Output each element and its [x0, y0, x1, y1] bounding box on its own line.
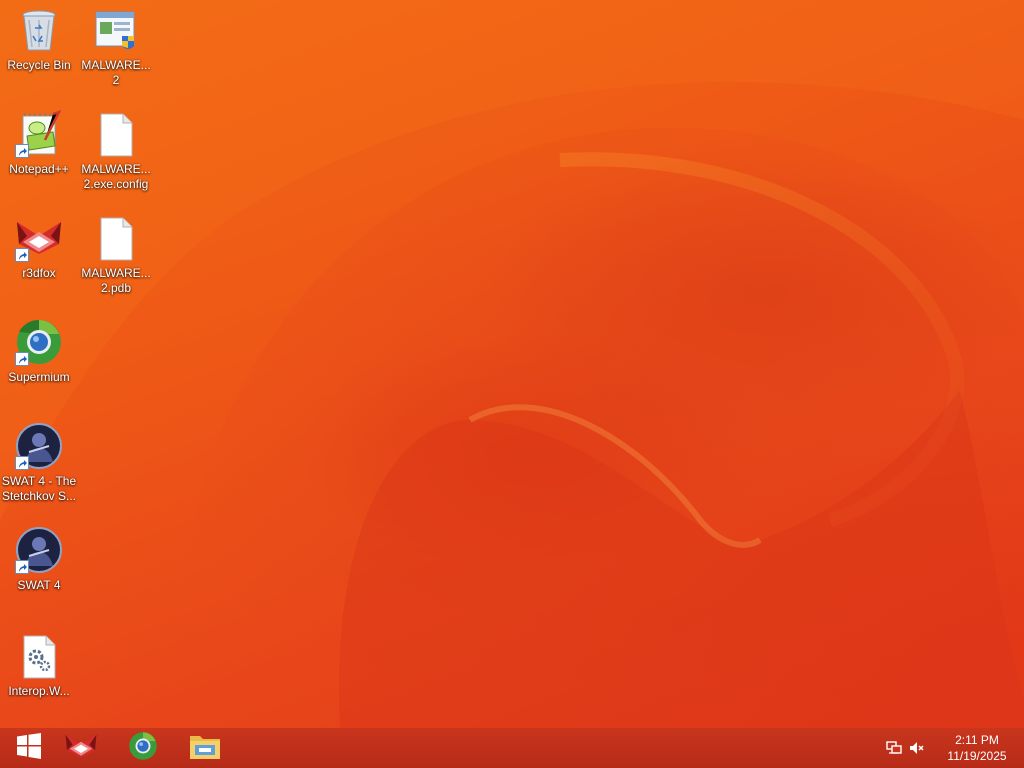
- shortcut-arrow-icon: [15, 352, 29, 366]
- desktop-icon-r3dfox[interactable]: r3dfox: [1, 214, 77, 281]
- taskbar-file-explorer-button[interactable]: [176, 728, 234, 768]
- r3dfox-icon: [15, 214, 63, 262]
- swat4-game-icon: [15, 526, 63, 574]
- clock-date: 11/19/2025: [947, 749, 1007, 763]
- desktop-icon-malware-2[interactable]: MALWARE... 2: [78, 6, 154, 88]
- r3dfox-icon: [64, 732, 98, 765]
- shortcut-arrow-icon: [15, 248, 29, 262]
- desktop-icon-malware-pdb[interactable]: MALWARE... 2.pdb: [78, 214, 154, 296]
- desktop-icon-supermium[interactable]: Supermium: [1, 318, 77, 385]
- shortcut-arrow-icon: [15, 144, 29, 158]
- clock-time: 2:11 PM: [955, 733, 999, 747]
- taskbar-clock[interactable]: 2:11 PM 11/19/2025: [942, 732, 1012, 764]
- volume-muted-icon[interactable]: [909, 740, 925, 756]
- file-explorer-icon: [189, 731, 221, 766]
- desktop-icon-label: MALWARE... 2.exe.config: [81, 162, 151, 191]
- desktop-icon-label: SWAT 4: [17, 578, 61, 592]
- desktop-icon-interop[interactable]: Interop.W...: [1, 632, 77, 699]
- desktop[interactable]: Recycle Bin MALWARE... 2 Notepad++ MALWA…: [0, 0, 1024, 728]
- desktop-icon-label: Supermium: [8, 370, 70, 384]
- desktop-icon-label: MALWARE... 2: [81, 58, 151, 87]
- desktop-icon-recycle-bin[interactable]: Recycle Bin: [1, 6, 77, 73]
- desktop-icon-label: MALWARE... 2.pdb: [81, 266, 151, 295]
- desktop-icon-label: r3dfox: [22, 266, 56, 280]
- desktop-icon-notepad-plus-plus[interactable]: Notepad++: [1, 109, 77, 177]
- desktop-icon-swat4-stetchkov[interactable]: SWAT 4 - The Stetchkov S...: [1, 422, 77, 504]
- desktop-icon-label: Recycle Bin: [7, 58, 71, 72]
- blank-file-icon: [92, 214, 140, 262]
- desktop-icon-malware-config[interactable]: MALWARE... 2.exe.config: [78, 110, 154, 192]
- taskbar: 2:11 PM 11/19/2025: [0, 728, 1024, 768]
- supermium-browser-icon: [15, 318, 63, 366]
- start-button[interactable]: [0, 728, 58, 768]
- shortcut-arrow-icon: [15, 456, 29, 470]
- blank-file-icon: [92, 110, 140, 158]
- notepad-plus-plus-icon: [15, 109, 63, 158]
- windows-start-icon: [15, 732, 43, 765]
- application-window-icon: [92, 6, 140, 54]
- recycle-bin-icon: [15, 6, 63, 54]
- supermium-browser-icon: [128, 731, 158, 766]
- taskbar-r3dfox-button[interactable]: [52, 728, 110, 768]
- desktop-icon-label: Notepad++: [9, 162, 69, 176]
- taskbar-supermium-button[interactable]: [114, 728, 172, 768]
- desktop-icon-label: SWAT 4 - The Stetchkov S...: [1, 474, 77, 503]
- system-tray: 2:11 PM 11/19/2025: [884, 728, 1024, 768]
- desktop-icon-swat4[interactable]: SWAT 4: [1, 526, 77, 593]
- swat4-game-icon: [15, 422, 63, 470]
- desktop-icon-label: Interop.W...: [8, 684, 70, 698]
- shortcut-arrow-icon: [15, 560, 29, 574]
- dll-settings-file-icon: [15, 632, 63, 680]
- network-icon[interactable]: [886, 740, 902, 756]
